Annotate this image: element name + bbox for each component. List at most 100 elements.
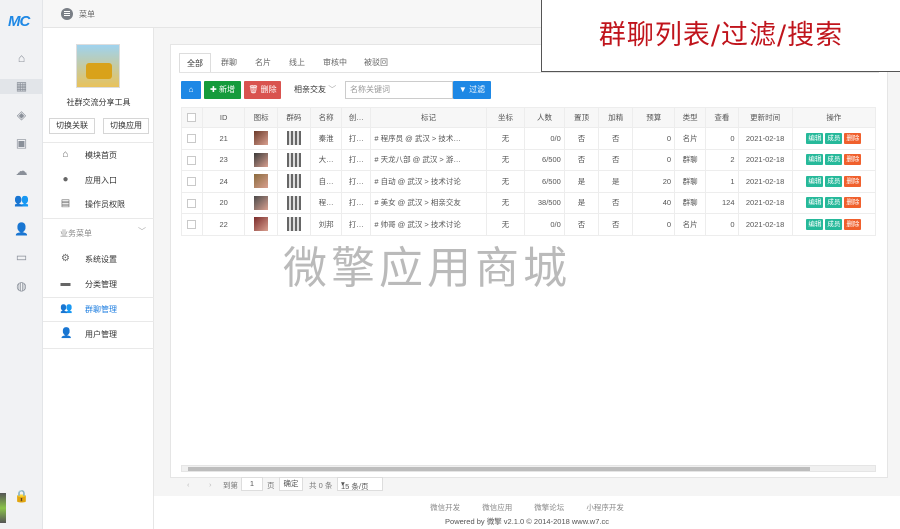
edit-button[interactable]: 编辑 xyxy=(806,175,824,187)
cell-icon xyxy=(244,127,278,150)
page-number-input[interactable]: 1 xyxy=(241,477,263,491)
cell-qrcode xyxy=(276,148,311,171)
edit-button[interactable]: 编辑 xyxy=(806,218,824,230)
members-button[interactable]: 成员 xyxy=(825,197,843,209)
users-icon[interactable]: 👥 xyxy=(14,193,29,208)
row-checkbox[interactable] xyxy=(181,213,203,236)
row-checkbox[interactable] xyxy=(181,170,203,193)
row-checkbox[interactable] xyxy=(181,148,203,171)
page-unit: 页 xyxy=(267,481,275,490)
scrollbar-thumb[interactable] xyxy=(188,467,810,471)
prev-page-icon[interactable]: ‹ xyxy=(187,480,190,489)
page-size-select[interactable]: 15 条/页 ▾ xyxy=(337,477,383,491)
monitor-icon[interactable]: ▭ xyxy=(14,250,29,265)
switch-link-button[interactable]: 切换关联 xyxy=(49,118,95,134)
confirm-page-button[interactable]: 确定 xyxy=(279,477,303,491)
cell-creator: 打… xyxy=(341,127,372,150)
sidebar-item-group-chat[interactable]: 👥 群聊管理 xyxy=(43,298,154,320)
category-select[interactable]: 相亲交友 ﹀ xyxy=(290,81,342,99)
group-table: ID 图标 群码 名称 创… 标记 坐标 人数 置顶 加精 预算 类型 查看 更… xyxy=(181,107,877,236)
menu-icon[interactable] xyxy=(61,8,73,20)
sidebar-item-users[interactable]: 👤 用户管理 xyxy=(43,323,154,345)
footer-link-wechat-app[interactable]: 微信应用 xyxy=(482,503,512,512)
cell-tag: # 自动 @ 武汉 > 技术讨论 xyxy=(370,170,487,193)
col-updated: 更新时间 xyxy=(737,107,793,128)
cell-top: 否 xyxy=(563,148,600,171)
group-icon-image xyxy=(254,217,269,232)
filter-button[interactable]: ▼ 过滤 xyxy=(453,81,491,99)
members-button[interactable]: 成员 xyxy=(825,218,843,230)
add-button[interactable]: ✚ 新增 xyxy=(204,81,241,99)
cell-updated: 2021-02-18 xyxy=(737,213,793,236)
phone-preview-icon[interactable] xyxy=(0,493,6,523)
row-delete-button[interactable]: 删除 xyxy=(844,175,862,187)
sidebar-item-label: 模块首页 xyxy=(85,151,117,160)
row-delete-button[interactable]: 删除 xyxy=(844,154,862,166)
switch-app-button[interactable]: 切换应用 xyxy=(103,118,149,134)
sidebar-item-operator-permission[interactable]: ▤ 操作员权限 xyxy=(43,193,154,215)
members-button[interactable]: 成员 xyxy=(825,154,843,166)
cell-fine: 否 xyxy=(598,127,634,150)
divider xyxy=(43,321,154,322)
footer-link-forum[interactable]: 微擎论坛 xyxy=(534,503,564,512)
edit-button[interactable]: 编辑 xyxy=(806,132,824,144)
tab-card[interactable]: 名片 xyxy=(248,53,278,73)
menu-label[interactable]: 菜单 xyxy=(79,9,95,20)
next-page-icon[interactable]: › xyxy=(209,480,212,489)
tab-group[interactable]: 群聊 xyxy=(214,53,244,73)
cell-fine: 否 xyxy=(598,191,634,214)
lock-icon[interactable]: 🔒 xyxy=(14,489,29,504)
watermark: 微擎应用商城 xyxy=(283,243,571,294)
home-icon[interactable]: ⌂ xyxy=(14,51,29,66)
home-icon: ⌂ xyxy=(62,149,69,160)
chevron-down-icon[interactable]: ﹀ xyxy=(138,226,146,237)
total-count: 共 0 条 xyxy=(309,481,333,490)
logo[interactable]: MC xyxy=(8,13,30,30)
globe-icon[interactable]: ◍ xyxy=(14,279,29,294)
footer-link-miniprogram[interactable]: 小程序开发 xyxy=(586,503,624,512)
horizontal-scrollbar[interactable] xyxy=(181,465,876,472)
tab-all[interactable]: 全部 xyxy=(179,53,211,73)
edit-button[interactable]: 编辑 xyxy=(806,197,824,209)
modules-icon[interactable]: ▣ xyxy=(14,136,29,151)
cell-updated: 2021-02-18 xyxy=(737,191,793,214)
sidebar-item-app-entry[interactable]: ● 应用入口 xyxy=(43,169,154,191)
row-delete-button[interactable]: 删除 xyxy=(844,197,862,209)
home-button[interactable]: ⌂ xyxy=(181,81,201,99)
delete-button[interactable]: 🗑 删除 xyxy=(244,81,281,99)
qrcode-image xyxy=(286,195,301,210)
cell-budget: 0 xyxy=(632,213,676,236)
row-delete-button[interactable]: 删除 xyxy=(844,218,862,230)
folder-icon: ▬ xyxy=(60,278,71,289)
home-icon: ⌂ xyxy=(188,85,194,94)
sidebar-item-category[interactable]: ▬ 分类管理 xyxy=(43,273,154,295)
divider xyxy=(43,218,154,219)
cell-views: 124 xyxy=(705,191,739,214)
search-input[interactable]: 名称关键词 xyxy=(345,81,453,99)
tab-reviewing[interactable]: 审核中 xyxy=(316,53,354,73)
row-checkbox[interactable] xyxy=(181,191,203,214)
cloud-icon[interactable]: ☁ xyxy=(14,164,29,179)
cell-actions: 编辑 成员 删除 xyxy=(791,170,877,193)
cell-people: 6/500 xyxy=(524,170,565,193)
box-icon[interactable]: ◈ xyxy=(14,108,29,123)
select-all-checkbox[interactable] xyxy=(181,107,203,128)
cell-icon xyxy=(244,148,278,171)
row-delete-button[interactable]: 删除 xyxy=(844,132,862,144)
col-id[interactable]: ID xyxy=(201,107,246,128)
table-row: 20 程… 打… # 美女 @ 武汉 > 相亲交友无 38/500 是否 40 群聊 124 20… xyxy=(181,191,877,214)
user-settings-icon[interactable]: 👤 xyxy=(14,222,29,237)
apps-icon[interactable]: ▦ xyxy=(0,79,43,94)
sidebar: 社群交流分享工具 切换关联 切换应用 ⌂ 模块首页 ● 应用入口 ▤ 操作员权限… xyxy=(43,28,154,529)
sidebar-item-module-home[interactable]: ⌂ 模块首页 xyxy=(43,144,154,166)
app-avatar xyxy=(76,44,120,88)
tab-rejected[interactable]: 被驳回 xyxy=(357,53,395,73)
members-button[interactable]: 成员 xyxy=(825,132,843,144)
members-button[interactable]: 成员 xyxy=(825,175,843,187)
tab-online[interactable]: 线上 xyxy=(282,53,312,73)
sidebar-item-system-settings[interactable]: ⚙ 系统设置 xyxy=(43,248,154,270)
cell-type: 群聊 xyxy=(674,170,707,193)
edit-button[interactable]: 编辑 xyxy=(806,154,824,166)
row-checkbox[interactable] xyxy=(181,127,203,150)
footer-link-wechat-dev[interactable]: 微信开发 xyxy=(430,503,460,512)
